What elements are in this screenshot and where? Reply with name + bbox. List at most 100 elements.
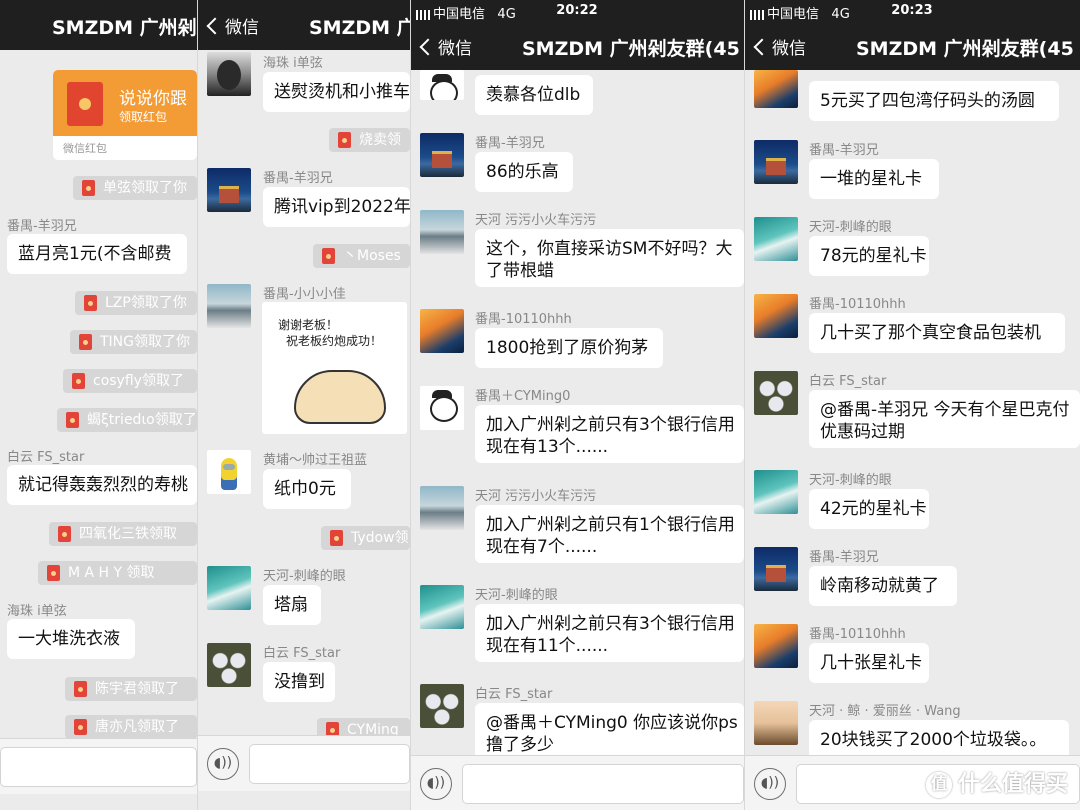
message-bubble[interactable]: 这个，你直接采访SM不好吗？大 了带根蜡 xyxy=(475,229,744,287)
avatar[interactable] xyxy=(420,133,464,177)
red-packet-icon xyxy=(72,373,85,389)
avatar[interactable] xyxy=(207,450,251,494)
panel-divider xyxy=(410,0,411,810)
red-packet-icon xyxy=(84,295,97,311)
back-button[interactable]: 微信 xyxy=(418,34,472,59)
avatar[interactable] xyxy=(754,294,798,338)
message-bubble[interactable]: 送熨烫机和小推车 xyxy=(263,72,410,112)
signal-icon xyxy=(750,9,764,20)
message-bubble[interactable]: 几十买了那个真空食品包装机 xyxy=(809,313,1065,353)
message-bubble[interactable]: @番禺-羊羽兄 今天有个星巴克付 优惠码过期 xyxy=(809,390,1080,448)
message-bubble[interactable]: 羡慕各位dlb xyxy=(475,75,593,115)
message-bubble[interactable]: 20块钱买了2000个垃圾袋。。 xyxy=(809,720,1069,760)
nav-bar: 微信 SMZDM 广 xyxy=(197,0,410,50)
message-input[interactable] xyxy=(462,764,744,804)
avatar[interactable] xyxy=(420,684,464,728)
message-bubble[interactable]: 没撸到 xyxy=(263,662,335,702)
sender-name: 天河 · 鲸 · 爱丽丝 · Wang xyxy=(809,704,961,719)
avatar[interactable] xyxy=(207,284,251,328)
red-packet-icon xyxy=(322,248,335,264)
system-notice: Tydow领 xyxy=(321,526,410,550)
message-bubble[interactable]: 5元买了四包湾仔码头的汤圆 xyxy=(809,81,1059,121)
system-notice: LZP领取了你 xyxy=(75,291,197,315)
avatar[interactable] xyxy=(207,168,251,212)
smzdm-logo-icon: 值 xyxy=(925,772,952,798)
message-bubble[interactable]: 几十张星礼卡 xyxy=(809,643,929,683)
message-bubble[interactable]: 纸巾0元 xyxy=(263,469,351,509)
avatar[interactable] xyxy=(207,566,251,610)
message-input[interactable] xyxy=(249,744,410,784)
voice-input-icon[interactable]: ◖)) xyxy=(207,748,239,780)
sender-name: 番禺-羊羽兄 xyxy=(809,143,879,158)
message-bubble[interactable]: 加入广州剁之前只有1个银行信用 现在有7个...... xyxy=(475,505,744,563)
sender-name: 白云 FS_star xyxy=(809,374,887,389)
message-bubble[interactable]: 78元的星礼卡 xyxy=(809,236,929,276)
message-input[interactable] xyxy=(0,747,197,787)
red-packet-message[interactable]: 说说你跟 领取红包 微信红包 xyxy=(53,70,197,160)
message-bubble[interactable]: 42元的星礼卡 xyxy=(809,489,929,529)
red-packet-icon xyxy=(330,530,343,546)
avatar[interactable] xyxy=(754,547,798,591)
sender-name: 番禺-10110hhh xyxy=(809,297,906,312)
sender-name: 天河 污污小火车污污 xyxy=(475,489,597,504)
avatar[interactable] xyxy=(754,371,798,415)
message-bubble[interactable]: 岭南移动就黄了 xyxy=(809,566,957,606)
chat-title: SMZDM 广州剁 xyxy=(52,17,197,39)
red-packet-icon xyxy=(338,132,351,148)
red-packet-icon xyxy=(47,565,60,581)
chat-title: SMZDM 广 xyxy=(309,17,410,39)
avatar[interactable] xyxy=(754,624,798,668)
avatar[interactable] xyxy=(420,309,464,353)
avatar[interactable] xyxy=(754,140,798,184)
avatar[interactable] xyxy=(207,643,251,687)
chat-panel-1: SMZDM 广州剁 说说你跟 领取红包 微信红包 单弦领取了你 番禺-羊羽兄 蓝… xyxy=(0,0,197,810)
sticker-caption: 谢谢老板！ xyxy=(278,318,339,332)
sender-name: 番禺-羊羽兄 xyxy=(7,219,77,234)
red-packet-source: 微信红包 xyxy=(63,142,107,155)
avatar[interactable] xyxy=(420,486,464,530)
watermark: 值什么值得买 xyxy=(925,766,1068,798)
back-button[interactable]: 微信 xyxy=(752,34,806,59)
message-bubble[interactable]: 86的乐高 xyxy=(475,152,573,192)
system-notice: M A H Y 领取 xyxy=(38,561,197,585)
sender-name: 天河-刺峰的眼 xyxy=(263,569,346,584)
nav-bar: SMZDM 广州剁 xyxy=(0,0,197,50)
message-bubble[interactable]: 腾讯vip到2022年 xyxy=(263,187,410,227)
red-packet-title: 说说你跟 xyxy=(119,89,187,109)
avatar[interactable] xyxy=(207,52,251,96)
sender-name: 黄埔～帅过王祖蓝 xyxy=(263,453,368,468)
message-bubble[interactable]: 1800抢到了原价狗茅 xyxy=(475,328,663,368)
message-bubble[interactable]: 一大堆洗衣液 xyxy=(7,619,135,659)
avatar[interactable] xyxy=(754,701,798,745)
sender-name: 白云 FS_star xyxy=(263,646,341,661)
avatar[interactable] xyxy=(420,585,464,629)
sender-name: 番禺-羊羽兄 xyxy=(263,171,333,186)
message-bubble[interactable]: 蓝月亮1元(不含邮费 xyxy=(7,234,187,274)
sender-name: 天河 污污小火车污污 xyxy=(475,213,597,228)
sticker-image[interactable]: 谢谢老板！ 祝老板约炮成功！ xyxy=(262,302,407,434)
message-bubble[interactable]: 加入广州剁之前只有3个银行信用 现在有13个...... xyxy=(475,405,744,463)
avatar[interactable] xyxy=(754,70,798,108)
red-packet-icon xyxy=(82,180,95,196)
chat-panel-4: 中国电信 4G 20:23 微信 SMZDM 广州剁友群(45 5元买了四包湾仔… xyxy=(744,0,1080,810)
avatar[interactable] xyxy=(420,70,464,100)
message-bubble[interactable]: @番禺＋CYMing0 你应该说你ps 撸了多少 xyxy=(475,703,744,759)
message-bubble[interactable]: 就记得轰轰烈烈的寿桃 xyxy=(7,465,197,505)
back-button[interactable]: 微信 xyxy=(205,13,259,38)
message-bubble[interactable]: 加入广州剁之前只有3个银行信用 现在有11个...... xyxy=(475,604,744,662)
red-packet-icon xyxy=(74,681,87,697)
red-packet-icon xyxy=(79,334,92,350)
sender-name: 海珠 i单弦 xyxy=(7,604,67,619)
voice-input-icon[interactable]: ◖)) xyxy=(754,768,786,800)
red-packet-icon xyxy=(66,412,79,428)
system-notice: 单弦领取了你 xyxy=(73,176,197,200)
message-bubble[interactable]: 塔扇 xyxy=(263,585,321,625)
avatar[interactable] xyxy=(754,470,798,514)
avatar[interactable] xyxy=(754,217,798,261)
sender-name: 番禺-10110hhh xyxy=(809,627,906,642)
message-bubble[interactable]: 一堆的星礼卡 xyxy=(809,159,939,199)
clock: 20:23 xyxy=(891,3,933,18)
avatar[interactable] xyxy=(420,210,464,254)
avatar[interactable] xyxy=(420,386,464,430)
voice-input-icon[interactable]: ◖)) xyxy=(420,768,452,800)
